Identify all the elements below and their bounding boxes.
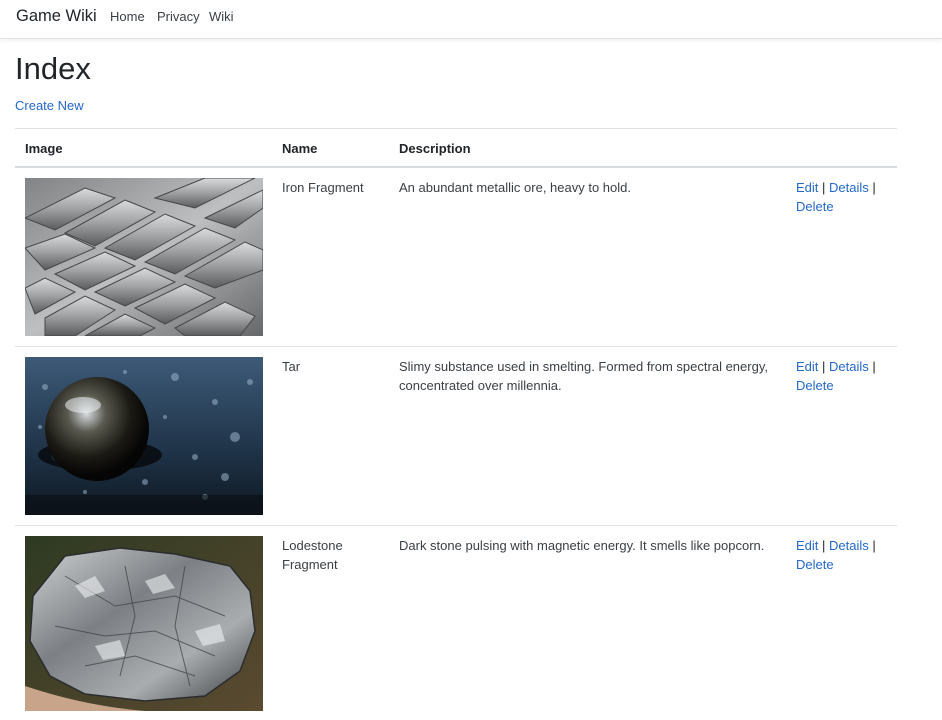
- table-header-border: [15, 166, 897, 168]
- nav-wiki-link[interactable]: Wiki: [209, 9, 234, 24]
- row-image: [25, 357, 263, 515]
- details-link[interactable]: Details: [829, 538, 869, 553]
- row-image: [25, 178, 263, 336]
- row-image: [25, 536, 263, 711]
- column-header-image: Image: [25, 141, 63, 156]
- delete-link[interactable]: Delete: [796, 378, 834, 393]
- brand-link[interactable]: Game Wiki: [16, 7, 97, 26]
- row-name: Tar: [282, 359, 301, 374]
- column-header-description: Description: [399, 141, 471, 156]
- table-top-border: [15, 128, 897, 129]
- page-title: Index: [15, 51, 91, 86]
- row-description: An abundant metallic ore, heavy to hold.: [399, 180, 631, 195]
- nav-home-link[interactable]: Home: [110, 9, 145, 24]
- action-separator: |: [822, 359, 826, 374]
- top-navbar: Game Wiki Home Privacy Wiki: [0, 0, 942, 39]
- nav-privacy-link[interactable]: Privacy: [157, 9, 200, 24]
- column-header-name: Name: [282, 141, 318, 156]
- create-new-link[interactable]: Create New: [15, 98, 84, 113]
- row-actions: Edit | Details | Delete: [796, 357, 891, 395]
- silver-ingots-image: [25, 178, 263, 336]
- row-divider: [15, 346, 897, 347]
- tar-bubble-image: [25, 357, 263, 515]
- row-description: Dark stone pulsing with magnetic energy.…: [399, 538, 765, 553]
- action-separator: |: [872, 359, 876, 374]
- row-name: Lodestone Fragment: [282, 538, 343, 572]
- delete-link[interactable]: Delete: [796, 199, 834, 214]
- lodestone-rock-image: [25, 536, 263, 711]
- row-actions: Edit | Details | Delete: [796, 178, 891, 216]
- row-actions: Edit | Details | Delete: [796, 536, 891, 574]
- edit-link[interactable]: Edit: [796, 180, 818, 195]
- edit-link[interactable]: Edit: [796, 359, 818, 374]
- action-separator: |: [872, 538, 876, 553]
- row-description: Slimy substance used in smelting. Formed…: [399, 359, 768, 393]
- action-separator: |: [822, 180, 826, 195]
- edit-link[interactable]: Edit: [796, 538, 818, 553]
- row-divider: [15, 525, 897, 526]
- action-separator: |: [822, 538, 826, 553]
- details-link[interactable]: Details: [829, 180, 869, 195]
- delete-link[interactable]: Delete: [796, 557, 834, 572]
- action-separator: |: [872, 180, 876, 195]
- row-name: Iron Fragment: [282, 180, 364, 195]
- details-link[interactable]: Details: [829, 359, 869, 374]
